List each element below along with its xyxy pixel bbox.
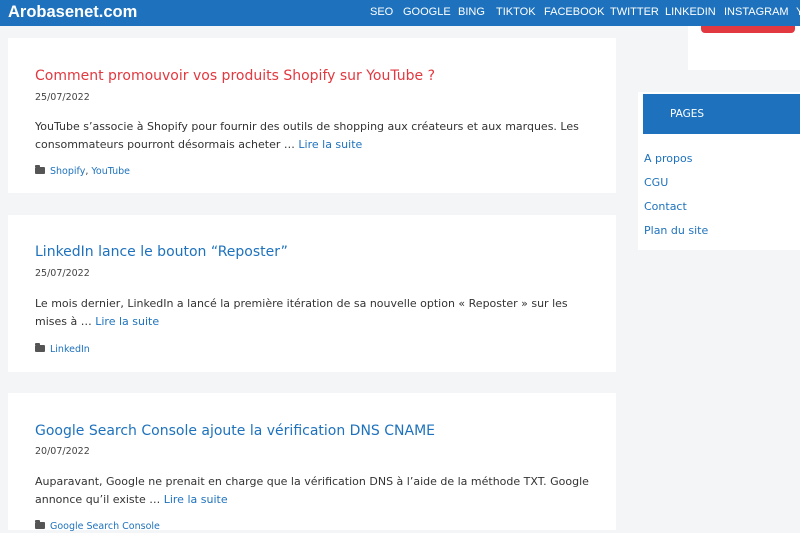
article-date: 20/07/2022 bbox=[35, 446, 90, 457]
nav-item-google[interactable]: GOOGLE bbox=[403, 5, 451, 19]
folder-icon bbox=[35, 343, 45, 352]
nav-item-seo[interactable]: SEO bbox=[370, 5, 393, 19]
article-card: LinkedIn lance le bouton “Reposter” 25/0… bbox=[8, 215, 616, 372]
page-link-plan-du-site[interactable]: Plan du site bbox=[644, 224, 708, 238]
article-card: Comment promouvoir vos produits Shopify … bbox=[8, 38, 616, 193]
folder-icon bbox=[35, 520, 45, 529]
article-excerpt: YouTube s’associe à Shopify pour fournir… bbox=[35, 118, 595, 153]
article-excerpt: Le mois dernier, LinkedIn a lancé la pre… bbox=[35, 295, 595, 330]
category-link-shopify[interactable]: Shopify bbox=[50, 166, 85, 177]
article-title[interactable]: Google Search Console ajoute la vérifica… bbox=[35, 422, 435, 440]
article-title[interactable]: LinkedIn lance le bouton “Reposter” bbox=[35, 243, 288, 261]
article-categories: Google Search Console bbox=[35, 520, 160, 533]
article-card: Google Search Console ajoute la vérifica… bbox=[8, 393, 616, 533]
page-link-a-propos[interactable]: A propos bbox=[644, 152, 692, 166]
read-more-link[interactable]: Lire la suite bbox=[164, 493, 228, 506]
nav-item-linkedin[interactable]: LINKEDIN bbox=[665, 5, 716, 19]
article-date: 25/07/2022 bbox=[35, 92, 90, 103]
page-link-cgu[interactable]: CGU bbox=[644, 176, 668, 190]
article-title[interactable]: Comment promouvoir vos produits Shopify … bbox=[35, 67, 435, 85]
article-categories: Shopify, YouTube bbox=[35, 165, 130, 178]
nav-item-tiktok[interactable]: TIKTOK bbox=[496, 5, 536, 19]
nav-item-instagram[interactable]: INSTAGRAM bbox=[724, 5, 789, 19]
page-link-contact[interactable]: Contact bbox=[644, 200, 687, 214]
folder-icon bbox=[35, 165, 45, 174]
read-more-link[interactable]: Lire la suite bbox=[95, 315, 159, 328]
category-link-linkedin[interactable]: LinkedIn bbox=[50, 344, 90, 355]
nav-item-twitter[interactable]: TWITTER bbox=[610, 5, 659, 19]
nav-item-youtube[interactable]: Y bbox=[796, 5, 800, 19]
category-link-google-search-console[interactable]: Google Search Console bbox=[50, 521, 160, 532]
article-excerpt: Auparavant, Google ne prenait en charge … bbox=[35, 473, 595, 508]
main-nav: SEO GOOGLE BING TIKTOK FACEBOOK TWITTER … bbox=[0, 5, 800, 21]
pages-widget-title: PAGES bbox=[670, 108, 705, 120]
nav-item-bing[interactable]: BING bbox=[458, 5, 485, 19]
article-date: 25/07/2022 bbox=[35, 268, 90, 279]
excerpt-text: Auparavant, Google ne prenait en charge … bbox=[35, 475, 589, 506]
nav-item-facebook[interactable]: FACEBOOK bbox=[544, 5, 605, 19]
category-link-youtube[interactable]: YouTube bbox=[91, 166, 130, 177]
pages-widget-header: PAGES bbox=[643, 94, 800, 134]
read-more-link[interactable]: Lire la suite bbox=[298, 138, 362, 151]
search-button[interactable] bbox=[701, 26, 795, 33]
site-header: Arobasenet.com SEO GOOGLE BING TIKTOK FA… bbox=[0, 0, 800, 26]
article-categories: LinkedIn bbox=[35, 343, 90, 356]
